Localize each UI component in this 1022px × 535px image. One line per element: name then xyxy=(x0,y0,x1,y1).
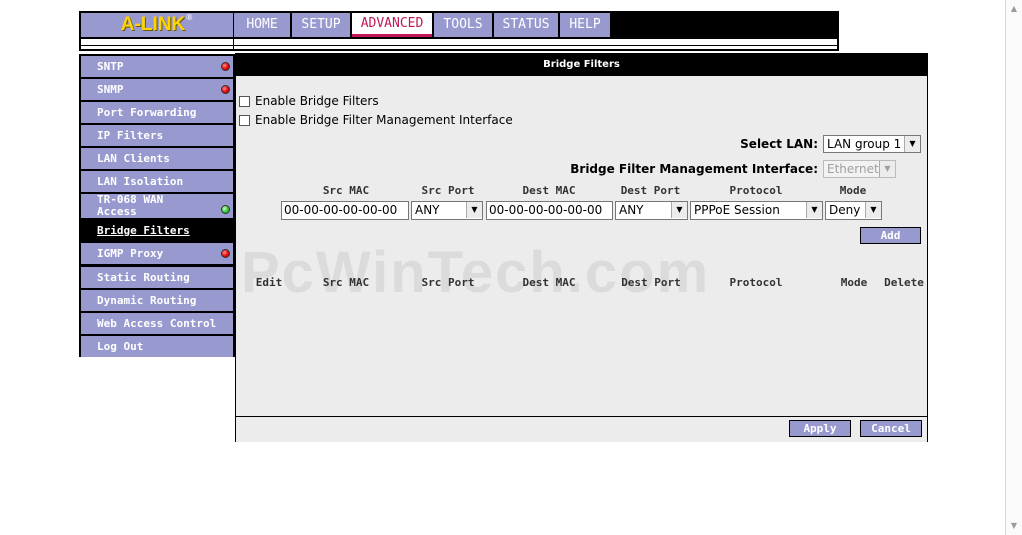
logo-registered-mark: ® xyxy=(185,13,194,22)
tab-help[interactable]: HELP xyxy=(560,13,610,37)
status-red-dot-icon xyxy=(221,61,230,71)
status-red-dot-icon xyxy=(221,84,230,94)
chevron-down-icon: ▼ xyxy=(904,136,920,152)
th-src-mac: Src MAC xyxy=(322,276,370,289)
th-mode: Mode xyxy=(840,276,868,289)
status-green-dot-icon xyxy=(221,205,230,214)
sidebar-item-label: Static Routing xyxy=(97,270,190,284)
status-red-dot-icon xyxy=(221,248,230,258)
header-divider xyxy=(233,39,234,51)
header-strip-lower xyxy=(81,46,837,49)
sidebar-item-lan-clients[interactable]: LAN Clients xyxy=(81,148,233,169)
th-edit: Edit xyxy=(255,276,283,289)
th-dest-port: Dest Port xyxy=(621,276,681,289)
mgmt-interface-label: Bridge Filter Management Interface: xyxy=(570,162,818,176)
sidebar-item-label: Dynamic Routing xyxy=(97,293,197,307)
th-dest-mac: Dest MAC xyxy=(522,276,576,289)
sidebar-item-tr068-wan-access[interactable]: TR-068 WAN Access xyxy=(81,194,233,218)
sidebar-item-label: Log Out xyxy=(97,339,144,353)
src-port-dropdown[interactable]: ANY ▼ xyxy=(411,201,483,220)
logo-text: A-LINK xyxy=(120,14,186,35)
scroll-up-icon[interactable]: ▲ xyxy=(1006,2,1022,16)
enable-mgmt-interface-label: Enable Bridge Filter Management Interfac… xyxy=(255,113,513,127)
sidebar: SNTP SNMP Port Forwarding IP Filters LAN… xyxy=(79,54,235,357)
protocol-dropdown[interactable]: PPPoE Session ▼ xyxy=(690,201,823,220)
sidebar-item-sntp[interactable]: SNTP xyxy=(81,56,233,77)
th-delete: Delete xyxy=(884,276,924,289)
sidebar-item-label: Bridge Filters xyxy=(97,223,190,237)
dest-mac-input[interactable]: 00-00-00-00-00-00 xyxy=(486,201,613,220)
mode-value: Deny xyxy=(829,203,861,217)
select-lan-label: Select LAN: xyxy=(740,137,818,151)
page-title: Bridge Filters xyxy=(236,54,927,76)
scroll-down-icon[interactable]: ▼ xyxy=(1006,519,1022,533)
enable-bridge-filters-label: Enable Bridge Filters xyxy=(255,94,379,108)
sidebar-item-bridge-filters[interactable]: Bridge Filters xyxy=(81,220,233,241)
th-protocol: Protocol xyxy=(729,276,783,289)
dest-port-value: ANY xyxy=(619,203,644,217)
th-src-port: Src Port xyxy=(421,276,475,289)
sidebar-item-label: SNTP xyxy=(97,59,124,73)
enable-bridge-filters-checkbox[interactable] xyxy=(239,95,250,107)
col-dest-port: Dest Port xyxy=(620,184,681,197)
col-dest-mac: Dest MAC xyxy=(522,184,576,197)
tab-advanced[interactable]: ADVANCED xyxy=(352,13,432,37)
chevron-down-icon: ▼ xyxy=(879,161,895,177)
mode-dropdown[interactable]: Deny ▼ xyxy=(825,201,882,220)
src-mac-input[interactable]: 00-00-00-00-00-00 xyxy=(281,201,409,220)
sidebar-item-port-forwarding[interactable]: Port Forwarding xyxy=(81,102,233,123)
sidebar-item-label: Web Access Control xyxy=(97,316,217,330)
sidebar-item-igmp-proxy[interactable]: IGMP Proxy xyxy=(81,243,233,264)
sidebar-item-label: Port Forwarding xyxy=(97,105,197,119)
mgmt-interface-dropdown[interactable]: Ethernet ▼ xyxy=(823,160,896,178)
chevron-down-icon: ▼ xyxy=(865,202,881,218)
sidebar-item-label: IP Filters xyxy=(97,128,164,142)
sidebar-item-dynamic-routing[interactable]: Dynamic Routing xyxy=(81,290,233,311)
tab-status[interactable]: STATUS xyxy=(494,13,558,37)
sidebar-item-label: LAN Clients xyxy=(97,151,170,165)
brand-logo: A-LINK® xyxy=(81,13,233,37)
col-src-mac: Src MAC xyxy=(322,184,370,197)
tab-setup[interactable]: SETUP xyxy=(292,13,350,37)
col-src-port: Src Port xyxy=(421,184,475,197)
tab-home[interactable]: HOME xyxy=(234,13,290,37)
apply-button[interactable]: Apply xyxy=(789,420,851,437)
sidebar-item-log-out[interactable]: Log Out xyxy=(81,336,233,357)
sidebar-item-lan-isolation[interactable]: LAN Isolation xyxy=(81,171,233,192)
col-mode: Mode xyxy=(839,184,867,197)
enable-bridge-filters-row: Enable Bridge Filters xyxy=(239,94,379,108)
mgmt-interface-value: Ethernet xyxy=(827,162,879,176)
header: A-LINK® HOME SETUP ADVANCED TOOLS STATUS… xyxy=(79,11,839,51)
sidebar-item-snmp[interactable]: SNMP xyxy=(81,79,233,100)
sidebar-item-label: SNMP xyxy=(97,82,124,96)
tab-tools[interactable]: TOOLS xyxy=(434,13,492,37)
select-lan-dropdown[interactable]: LAN group 1 ▼ xyxy=(823,135,921,153)
cancel-button[interactable]: Cancel xyxy=(860,420,922,437)
sidebar-item-static-routing[interactable]: Static Routing xyxy=(81,267,233,288)
enable-mgmt-interface-row: Enable Bridge Filter Management Interfac… xyxy=(239,113,513,127)
chevron-down-icon: ▼ xyxy=(806,202,822,218)
sidebar-item-label: TR-068 WAN Access xyxy=(97,193,164,218)
sidebar-item-label: LAN Isolation xyxy=(97,174,184,188)
header-strip xyxy=(81,39,837,45)
col-protocol: Protocol xyxy=(729,184,783,197)
sidebar-item-ip-filters[interactable]: IP Filters xyxy=(81,125,233,146)
chevron-down-icon: ▼ xyxy=(671,202,687,218)
chevron-down-icon: ▼ xyxy=(466,202,482,218)
watermark: PcWinTech.com xyxy=(241,240,711,305)
panel-footer: Apply Cancel xyxy=(236,416,927,442)
bridge-filters-panel: Bridge Filters PcWinTech.com Enable Brid… xyxy=(235,53,928,442)
enable-mgmt-interface-checkbox[interactable] xyxy=(239,114,250,126)
dest-port-dropdown[interactable]: ANY ▼ xyxy=(615,201,688,220)
vertical-scrollbar[interactable]: ▲ ▼ xyxy=(1005,0,1022,535)
src-port-value: ANY xyxy=(415,203,440,217)
top-nav: HOME SETUP ADVANCED TOOLS STATUS HELP xyxy=(234,13,612,37)
add-button[interactable]: Add xyxy=(860,227,921,244)
select-lan-value: LAN group 1 xyxy=(827,137,902,151)
sidebar-item-label: IGMP Proxy xyxy=(97,246,164,260)
protocol-value: PPPoE Session xyxy=(694,203,780,217)
sidebar-item-web-access-control[interactable]: Web Access Control xyxy=(81,313,233,334)
